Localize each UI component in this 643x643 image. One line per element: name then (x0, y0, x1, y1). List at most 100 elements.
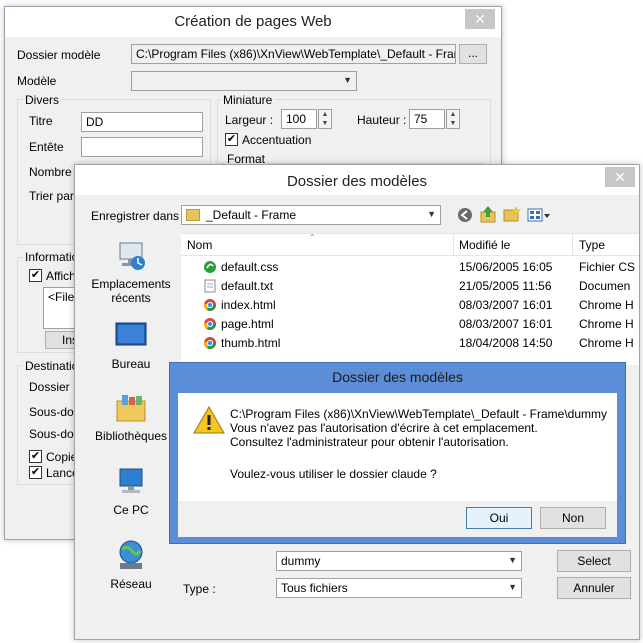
place-this-pc-label: Ce PC (113, 503, 149, 517)
largeur-label: Largeur : (225, 113, 274, 127)
file-row[interactable]: page.html 08/03/2007 16:01 Chrome H (181, 315, 639, 334)
alert-dialog: Dossier des modèles C:\Program Files (x8… (169, 362, 626, 544)
browse-button[interactable]: ... (459, 44, 487, 64)
alert-question-text: Voulez-vous utiliser le dossier claude ? (230, 467, 437, 481)
up-folder-icon[interactable] (480, 205, 496, 223)
place-network-label: Réseau (110, 577, 152, 591)
warning-icon (193, 405, 225, 434)
chrome-html-icon (203, 298, 217, 315)
filename-input[interactable]: dummy ▼ (276, 551, 522, 571)
alert-button-bar: Oui Non (178, 501, 617, 537)
file-type: Chrome H (579, 298, 634, 312)
alert-permission-text: Vous n'avez pas l'autorisation d'écrire … (230, 421, 538, 435)
save-in-value: _Default - Frame (206, 208, 297, 222)
template-folder-field[interactable]: C:\Program Files (x86)\XnView\WebTemplat… (131, 44, 456, 64)
alert-body: C:\Program Files (x86)\XnView\WebTemplat… (178, 393, 617, 501)
file-type: Chrome H (579, 317, 634, 331)
place-libraries[interactable]: Bibliothèques (87, 391, 175, 443)
largeur-spinner[interactable]: ▲ ▼ (318, 109, 332, 129)
file-modified: 21/05/2005 11:56 (459, 279, 552, 293)
text-file-icon (203, 279, 217, 296)
file-modified: 08/03/2007 16:01 (459, 317, 553, 331)
file-row[interactable]: default.css 15/06/2005 16:05 Fichier CS (181, 258, 639, 277)
select-button[interactable]: Select (557, 550, 631, 572)
no-button[interactable]: Non (540, 507, 606, 529)
template-folder-label: Dossier modèle (17, 48, 101, 62)
sousdos-label-1: Sous-dos (29, 405, 80, 419)
copier-checkbox[interactable]: ✔ (29, 450, 42, 463)
folder-dialog-title: Dossier des modèles (286, 173, 428, 190)
titre-label: Titre (29, 114, 53, 128)
titre-input[interactable]: DD (81, 112, 203, 132)
spin-down-icon: ▼ (449, 120, 457, 127)
new-folder-icon[interactable] (503, 206, 521, 222)
column-header-modified[interactable]: Modifié le (459, 238, 510, 252)
model-select[interactable]: ▼ (131, 71, 357, 91)
back-icon[interactable] (457, 207, 473, 223)
sort-up-icon: ⌃ (309, 233, 316, 242)
hauteur-label: Hauteur : (357, 113, 407, 127)
file-name: index.html (221, 298, 276, 312)
lance-checkbox[interactable]: ✔ (29, 466, 42, 479)
view-menu-icon[interactable] (527, 207, 551, 223)
chrome-html-icon (203, 317, 217, 334)
web-window-close-button[interactable]: ✕ (465, 9, 495, 29)
chevron-down-icon: ▼ (343, 75, 352, 85)
file-name: default.txt (221, 279, 274, 293)
column-header-type[interactable]: Type (579, 238, 605, 252)
alert-path-text: C:\Program Files (x86)\XnView\WebTemplat… (230, 407, 608, 421)
file-row[interactable]: index.html 08/03/2007 16:01 Chrome H (181, 296, 639, 315)
information-group-label: Informatio (23, 250, 81, 264)
save-in-label: Enregistrer dans : (91, 209, 186, 223)
hauteur-input[interactable]: 75 (409, 109, 445, 129)
column-header-row: Nom ⌃ Modifié le Type (181, 233, 639, 256)
spin-up-icon: ▲ (449, 111, 457, 118)
web-window-title: Création de pages Web (174, 13, 332, 30)
file-modified: 08/03/2007 16:01 (459, 298, 553, 312)
divers-group-label: Divers (23, 93, 62, 107)
file-row[interactable]: default.txt 21/05/2005 11:56 Documen (181, 277, 639, 296)
place-recent[interactable]: Emplacements récents (87, 239, 175, 305)
network-icon (119, 540, 143, 569)
libraries-icon (116, 395, 146, 422)
cancel-button[interactable]: Annuler (557, 577, 631, 599)
folder-icon (186, 209, 200, 221)
place-this-pc[interactable]: Ce PC (87, 465, 175, 517)
place-desktop[interactable]: Bureau (87, 319, 175, 371)
chevron-down-icon: ▼ (427, 209, 436, 219)
file-type: Chrome H (579, 336, 634, 350)
spin-up-icon: ▲ (321, 111, 329, 118)
entete-input[interactable] (81, 137, 203, 157)
column-header-name[interactable]: Nom (187, 238, 212, 252)
hauteur-spinner[interactable]: ▲ ▼ (446, 109, 460, 129)
file-name: default.css (221, 260, 279, 274)
affich-checkbox[interactable]: ✔ (29, 269, 42, 282)
css-file-icon (203, 260, 217, 277)
column-divider (453, 234, 454, 256)
filename-value: dummy (281, 554, 321, 568)
sousdos-label-2: Sous-dos (29, 427, 80, 441)
yes-button[interactable]: Oui (466, 507, 532, 529)
dossier-label: Dossier (29, 380, 70, 394)
miniature-group-label: Miniature (221, 93, 275, 107)
place-libraries-label: Bibliothèques (94, 429, 168, 443)
type-label: Type : (183, 582, 216, 596)
type-select[interactable]: Tous fichiers ▼ (276, 578, 522, 598)
alert-title: Dossier des modèles (332, 369, 463, 385)
file-type: Documen (579, 279, 631, 293)
model-label: Modèle (17, 74, 57, 88)
folder-dialog-close-button[interactable]: ✕ (605, 167, 635, 187)
entete-label: Entête (29, 140, 64, 154)
place-network[interactable]: Réseau (87, 539, 175, 591)
recent-places-icon (119, 242, 145, 270)
folder-dialog-titlebar: Dossier des modèles ✕ (75, 165, 639, 195)
largeur-input[interactable]: 100 (281, 109, 317, 129)
save-in-select[interactable]: _Default - Frame ▼ (181, 205, 441, 225)
accentuation-checkbox[interactable]: ✔ (225, 133, 238, 146)
file-list[interactable]: Nom ⌃ Modifié le Type default.css 15/06/2… (181, 233, 639, 365)
file-modified: 18/04/2008 14:50 (459, 336, 553, 350)
computer-icon (119, 468, 143, 493)
file-row[interactable]: thumb.html 18/04/2008 14:50 Chrome H (181, 334, 639, 353)
destination-group-label: Destinatio (23, 359, 81, 373)
web-window-titlebar: Création de pages Web ✕ (5, 7, 501, 37)
